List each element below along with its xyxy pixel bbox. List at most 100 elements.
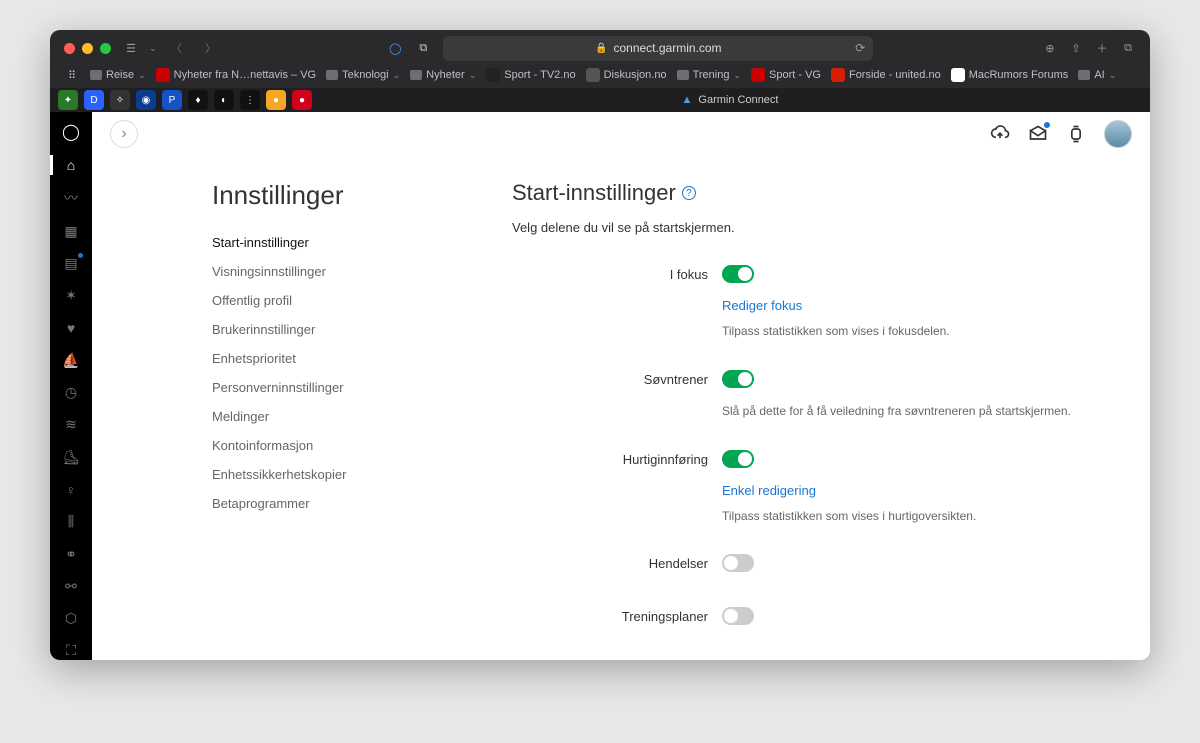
active-tab[interactable]: ▲ Garmin Connect [682,94,779,106]
toggle-switch[interactable] [722,450,754,468]
minimize-window-button[interactable] [82,43,93,54]
home-icon[interactable]: ⌂ [61,156,81,174]
connections-icon[interactable]: ⚯ [61,577,81,595]
health-icon[interactable]: ✶ [61,287,81,305]
setting-row: I fokusRediger fokusTilpass statistikken… [512,265,1130,340]
bookmark-item[interactable]: Sport - TV2.no [486,68,575,82]
reports-icon[interactable]: ⫼ [61,513,81,531]
bookmark-item[interactable]: Nyheter fra N…nettavis – VG [156,68,316,82]
favicon [156,68,170,82]
settings-nav-item[interactable]: Betaprogrammer [212,496,452,511]
sidebar-toggle-icon[interactable]: ☰ [123,40,139,56]
page-content: ◯ ⌂〰▦▤✶♥⛵◷≋⛸♀⫼⚭⚯⬡⛶ › Innstillinger Start… [50,112,1150,660]
ext-icon-9[interactable]: ● [266,90,286,110]
setting-link[interactable]: Rediger fokus [722,298,1130,313]
bookmark-label: Teknologi [342,69,388,81]
shield-icon[interactable]: ◯ [387,40,403,56]
bookmark-item[interactable]: AI ⌄ [1078,69,1116,81]
bookmark-item[interactable]: Trening⌄ [677,69,741,81]
settings-nav-item[interactable]: Enhetssikkerhetskopier [212,467,452,482]
bookmark-label: Trening [693,69,730,81]
ext-icon-10[interactable]: ● [292,90,312,110]
newsfeed-icon[interactable]: ▤ [61,255,81,273]
watch-icon[interactable] [1066,124,1086,144]
chevron-down-icon: ⌄ [1109,70,1117,81]
setting-label: I fokus [512,265,722,340]
folder-icon [410,70,422,80]
toggle-switch[interactable] [722,370,754,388]
stopwatch-icon[interactable]: ◷ [61,384,81,402]
ext-icon-1[interactable]: ✦ [58,90,78,110]
bookmark-item[interactable]: Sport - VG [751,68,821,82]
gear-icon[interactable]: ⛸ [61,448,81,466]
setting-row: SøvntrenerSlå på dette for å få veiledni… [512,370,1130,420]
url-host: connect.garmin.com [613,41,721,55]
chevron-down-icon[interactable]: ⌄ [149,43,157,54]
chevron-down-icon: ⌄ [138,70,146,81]
maximize-window-button[interactable] [100,43,111,54]
setting-link[interactable]: Enkel redigering [722,483,1130,498]
help-icon[interactable]: ? [682,186,696,200]
swim-icon[interactable]: ≋ [61,416,81,434]
activity-icon[interactable]: 〰 [61,188,81,208]
ext-icon-8[interactable]: ⋮ [240,90,260,110]
downloads-icon[interactable]: ⊕ [1042,40,1058,56]
bookmark-item[interactable]: MacRumors Forums [951,68,1069,82]
cloud-upload-icon[interactable] [990,124,1010,144]
toggle-switch[interactable] [722,607,754,625]
favicon [831,68,845,82]
expand-sidebar-button[interactable]: › [110,120,138,148]
share-icon[interactable]: ⇧ [1068,40,1084,56]
settings-nav-item[interactable]: Start-innstillinger [212,235,452,250]
toggle-switch[interactable] [722,265,754,283]
cart-icon[interactable]: ⛶ [61,642,81,660]
bookmark-item[interactable]: Forside - united.no [831,68,941,82]
settings-nav-item[interactable]: Meldinger [212,409,452,424]
groups-icon[interactable]: ⚭ [61,545,81,563]
ext-icon-2[interactable]: D [84,90,104,110]
settings-nav-item[interactable]: Kontoinformasjon [212,438,452,453]
bookmark-item[interactable]: Diskusjon.no [586,68,667,82]
setting-control: Enkel redigering Tilpass statistikken som… [722,450,1130,525]
new-tab-icon[interactable]: ＋ [1094,40,1110,56]
garmin-logo-icon[interactable]: ◯ [61,122,81,142]
settings-nav-item[interactable]: Offentlig profil [212,293,452,308]
favicon [586,68,600,82]
inbox-icon[interactable] [1028,124,1048,144]
training-icon[interactable]: ⛵ [61,351,81,369]
ext-icon-7[interactable]: ◐ [214,90,234,110]
bookmark-item[interactable]: Nyheter⌄ [410,69,476,81]
apps-grid-icon[interactable]: ⠿ [64,67,80,83]
settings-nav-item[interactable]: Brukerinnstillinger [212,322,452,337]
ext-icon-5[interactable]: P [162,90,182,110]
bookmark-item[interactable]: Teknologi⌄ [326,69,400,81]
ext-icon-3[interactable]: ✧ [110,90,130,110]
bookmark-label: AI [1094,69,1104,81]
ext-icon-6[interactable]: ♦ [188,90,208,110]
bookmark-label: Nyheter fra N…nettavis – VG [174,69,316,81]
reload-icon[interactable]: ⟳ [855,41,865,55]
connect-iq-icon[interactable]: ⬡ [61,609,81,627]
ext-icon-4[interactable]: ◉ [136,90,156,110]
settings-nav-item[interactable]: Personverninnstillinger [212,380,452,395]
heart-icon[interactable]: ♥ [61,319,81,337]
settings-nav-item[interactable]: Enhetsprioritet [212,351,452,366]
avatar[interactable] [1104,120,1132,148]
back-button[interactable]: 〈 [169,40,185,56]
insights-icon[interactable]: ♀ [61,480,81,498]
chevron-down-icon: ⌄ [469,70,477,81]
address-bar[interactable]: 🔒 connect.garmin.com ⟳ [443,36,873,61]
setting-hint: Tilpass statistikken som vises i hurtigo… [722,508,1130,525]
settings-nav-item[interactable]: Visningsinnstillinger [212,264,452,279]
close-window-button[interactable] [64,43,75,54]
calendar-icon[interactable]: ▦ [61,222,81,240]
setting-label: Søvntrener [512,370,722,420]
tabs-icon[interactable]: ⧉ [1120,40,1136,56]
lock-icon: 🔒 [595,43,607,54]
folder-icon [1078,70,1090,80]
chevron-down-icon: ⌄ [733,70,741,81]
toggle-switch[interactable] [722,554,754,572]
bookmark-item[interactable]: Reise⌄ [90,69,146,81]
extensions-icon[interactable]: ⧉ [415,40,431,56]
forward-button[interactable]: 〉 [203,40,219,56]
